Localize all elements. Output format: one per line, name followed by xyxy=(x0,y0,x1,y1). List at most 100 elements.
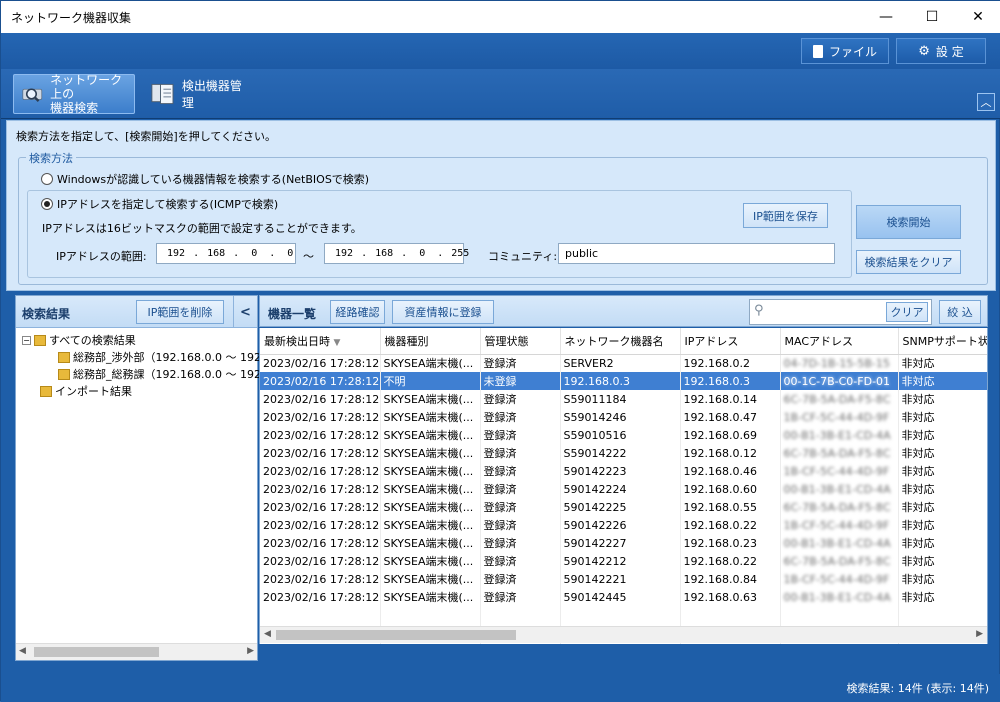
table-row[interactable]: 2023/02/16 17:28:12 SKYSEA端末機(... 登録済 59014… xyxy=(260,516,987,534)
table-row[interactable]: 2023/02/16 17:28:12 不明 未登録 192.168.0.3 192.1… xyxy=(260,372,987,390)
filter-button[interactable]: 絞 込 xyxy=(939,300,981,324)
scroll-left-icon[interactable]: ◀ xyxy=(264,629,271,639)
column-header[interactable]: 最新検出日時 ▼ xyxy=(260,328,381,355)
table-row[interactable]: 2023/02/16 17:28:12 SKYSEA端末機(... 登録済 S5901… xyxy=(260,390,987,408)
ip-to-field[interactable]: 192 . 168 . 0 . 255 xyxy=(324,243,469,264)
radio-selected-icon xyxy=(41,198,53,210)
route-check-button[interactable]: 経路確認 xyxy=(330,300,385,324)
table-cell: 00-B1-3B-E1-CD-4A xyxy=(780,588,899,606)
ip-from-octet3: 0 xyxy=(251,248,258,259)
save-ip-range-button[interactable]: IP範囲を保存 xyxy=(743,203,828,228)
table-cell: 590142212 xyxy=(560,552,681,570)
clear-filter-button[interactable]: クリア xyxy=(886,302,928,322)
table-cell: 192.168.0.63 xyxy=(680,588,781,606)
column-header[interactable]: 管理状態 xyxy=(480,328,561,355)
folder-icon xyxy=(40,385,52,397)
table-row[interactable]: 2023/02/16 17:28:12 SKYSEA端末機(... 登録済 59014… xyxy=(260,588,987,606)
file-menu-button[interactable]: ファイル xyxy=(801,38,889,64)
icmp-note: IPアドレスは16ビットマスクの範囲で設定することができます。 xyxy=(42,222,362,235)
column-header[interactable]: ネットワーク機器名 xyxy=(560,328,681,355)
tree-horizontal-scrollbar[interactable]: ◀ ▶ xyxy=(16,643,257,660)
result-count-status: 検索結果: 14件 (表示: 14件) xyxy=(846,682,989,695)
table-cell: 2023/02/16 17:28:12 xyxy=(260,390,381,408)
table-cell: 1B-CF-5C-44-4D-9F xyxy=(780,516,899,534)
scroll-left-icon[interactable]: ◀ xyxy=(19,646,26,656)
collapse-panel-button[interactable]: ︿ xyxy=(977,93,995,111)
scroll-right-icon[interactable]: ▶ xyxy=(976,629,983,639)
folder-icon xyxy=(58,351,70,363)
start-search-button[interactable]: 検索開始 xyxy=(856,205,961,239)
table-cell: 登録済 xyxy=(480,480,561,498)
table-cell: 2023/02/16 17:28:12 xyxy=(260,462,381,480)
chevron-left-icon: < xyxy=(240,304,251,320)
close-button[interactable]: ✕ xyxy=(955,1,1000,33)
table-cell: 非対応 xyxy=(898,462,987,480)
clear-results-button[interactable]: 検索結果をクリア xyxy=(856,250,961,274)
tab-detected-devices[interactable]: 検出機器管理 xyxy=(141,74,259,114)
settings-button[interactable]: ⚙ 設 定 xyxy=(896,38,986,64)
table-cell: SKYSEA端末機(... xyxy=(380,516,481,534)
table-cell: 非対応 xyxy=(898,426,987,444)
table-cell: 192.168.0.3 xyxy=(560,372,681,390)
community-input[interactable]: public xyxy=(558,243,835,264)
register-asset-button[interactable]: 資産情報に登録 xyxy=(392,300,494,324)
table-cell: 登録済 xyxy=(480,552,561,570)
table-cell: 192.168.0.84 xyxy=(680,570,781,588)
scrollbar-thumb[interactable] xyxy=(34,647,159,657)
tab-network-search[interactable]: ネットワーク上の 機器検索 xyxy=(13,73,135,115)
table-cell: 192.168.0.3 xyxy=(680,372,781,390)
table-row[interactable]: 2023/02/16 17:28:12 SKYSEA端末機(... 登録済 S5901… xyxy=(260,444,987,462)
minimize-button[interactable]: — xyxy=(863,1,909,33)
table-row[interactable]: 2023/02/16 17:28:12 SKYSEA端末機(... 登録済 59014… xyxy=(260,534,987,552)
scroll-right-icon[interactable]: ▶ xyxy=(247,646,254,656)
table-cell: 1B-CF-5C-44-4D-9F xyxy=(780,408,899,426)
tab-detected-devices-label: 検出機器管理 xyxy=(181,79,242,110)
table-row[interactable]: 2023/02/16 17:28:12 SKYSEA端末機(... 登録済 SERVE… xyxy=(260,354,987,372)
tree-item-range-1[interactable]: 総務部_渉外部（192.168.0.0 〜 192 xyxy=(58,349,261,365)
netbios-radio[interactable]: Windowsが認識している機器情報を検索する(NetBIOSで検索) xyxy=(41,171,369,187)
table-row[interactable]: 2023/02/16 17:28:12 SKYSEA端末機(... 登録済 59014… xyxy=(260,480,987,498)
column-header-label: 最新検出日時 xyxy=(264,334,330,348)
table-cell: 非対応 xyxy=(898,588,987,606)
empty-cell xyxy=(480,606,561,624)
ip-from-field[interactable]: 192 . 168 . 0 . 0 xyxy=(156,243,296,264)
results-header: 検索結果 IP範囲を削除 < xyxy=(16,296,257,328)
table-cell: SKYSEA端末機(... xyxy=(380,390,481,408)
table-row[interactable]: 2023/02/16 17:28:12 SKYSEA端末機(... 登録済 S5901… xyxy=(260,408,987,426)
device-list-title: 機器一覧 xyxy=(268,307,317,321)
maximize-button[interactable]: ☐ xyxy=(909,1,955,33)
tree-collapse-icon[interactable]: − xyxy=(22,335,31,345)
search-results-panel: 検索結果 IP範囲を削除 < − すべての検索結果 総務部_渉外部（192.16… xyxy=(15,295,261,661)
table-row[interactable]: 2023/02/16 17:28:12 SKYSEA端末機(... 登録済 59014… xyxy=(260,498,987,516)
column-header[interactable]: 機器種別 xyxy=(380,328,481,355)
collapse-left-button[interactable]: < xyxy=(233,296,257,328)
delete-ip-range-button[interactable]: IP範囲を削除 xyxy=(136,300,224,324)
table-horizontal-scrollbar[interactable]: ◀ ▶ xyxy=(260,626,987,643)
table-cell: SKYSEA端末機(... xyxy=(380,588,481,606)
table-cell: 非対応 xyxy=(898,498,987,516)
scrollbar-thumb[interactable] xyxy=(276,630,516,640)
ip-to-octet3: 0 xyxy=(419,248,426,259)
ip-from-octet2: 168 xyxy=(207,248,226,259)
tree-item-import[interactable]: インポート結果 xyxy=(40,383,132,399)
table-cell: 登録済 xyxy=(480,588,561,606)
table-row[interactable]: 2023/02/16 17:28:12 SKYSEA端末機(... 登録済 59014… xyxy=(260,462,987,480)
column-header[interactable]: MACアドレス xyxy=(780,328,899,355)
table-cell: 非対応 xyxy=(898,408,987,426)
table-row[interactable]: 2023/02/16 17:28:12 SKYSEA端末機(... 登録済 S5901… xyxy=(260,426,987,444)
table-cell: 登録済 xyxy=(480,390,561,408)
column-header[interactable]: IPアドレス xyxy=(680,328,781,355)
icmp-options-group: IPアドレスを指定して検索する(ICMPで検索) IPアドレスは16ビットマスク… xyxy=(27,190,852,278)
table-cell: 未登録 xyxy=(480,372,561,390)
empty-row xyxy=(260,606,987,624)
table-row[interactable]: 2023/02/16 17:28:12 SKYSEA端末機(... 登録済 59014… xyxy=(260,552,987,570)
tree-item-all-results[interactable]: − すべての検索結果 xyxy=(22,332,136,348)
tree-item-range-2[interactable]: 総務部_総務課（192.168.0.0 〜 192 xyxy=(58,366,261,382)
table-cell: 2023/02/16 17:28:12 xyxy=(260,498,381,516)
filter-search-input[interactable]: ⚲ クリア xyxy=(749,299,932,325)
column-header[interactable]: SNMPサポート状 xyxy=(898,328,987,355)
table-cell: 6C-7B-5A-DA-F5-8C xyxy=(780,552,899,570)
table-row[interactable]: 2023/02/16 17:28:12 SKYSEA端末機(... 登録済 59014… xyxy=(260,570,987,588)
ip-to-octet1: 192 xyxy=(335,248,354,259)
icmp-radio[interactable]: IPアドレスを指定して検索する(ICMPで検索) xyxy=(41,196,282,212)
